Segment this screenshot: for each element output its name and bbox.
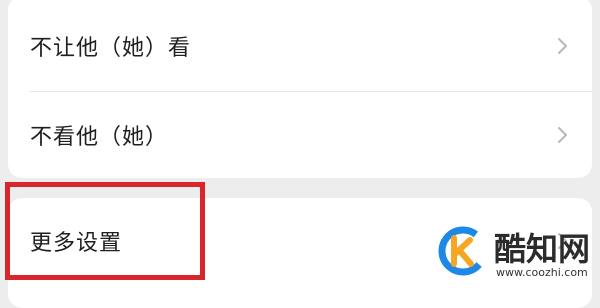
watermark-url: www.coozhi.com [496,266,588,279]
settings-card-privacy: 不让他（她）看 不看他（她） [8,0,592,178]
watermark-name: 酷知网 [494,230,591,268]
watermark: 酷知网 www.coozhi.com [438,220,600,287]
settings-item-label: 不让他（她）看 [30,35,192,61]
settings-item-label: 更多设置 [30,231,123,256]
settings-item-hide-from[interactable]: 不让他（她）看 [8,0,592,91]
chevron-right-icon [558,127,567,143]
chevron-right-icon [558,37,567,54]
coozhi-logo-icon [438,226,488,276]
settings-item-hide-their[interactable]: 不看他（她） [8,92,592,178]
settings-item-label: 不看他（她） [30,125,169,150]
